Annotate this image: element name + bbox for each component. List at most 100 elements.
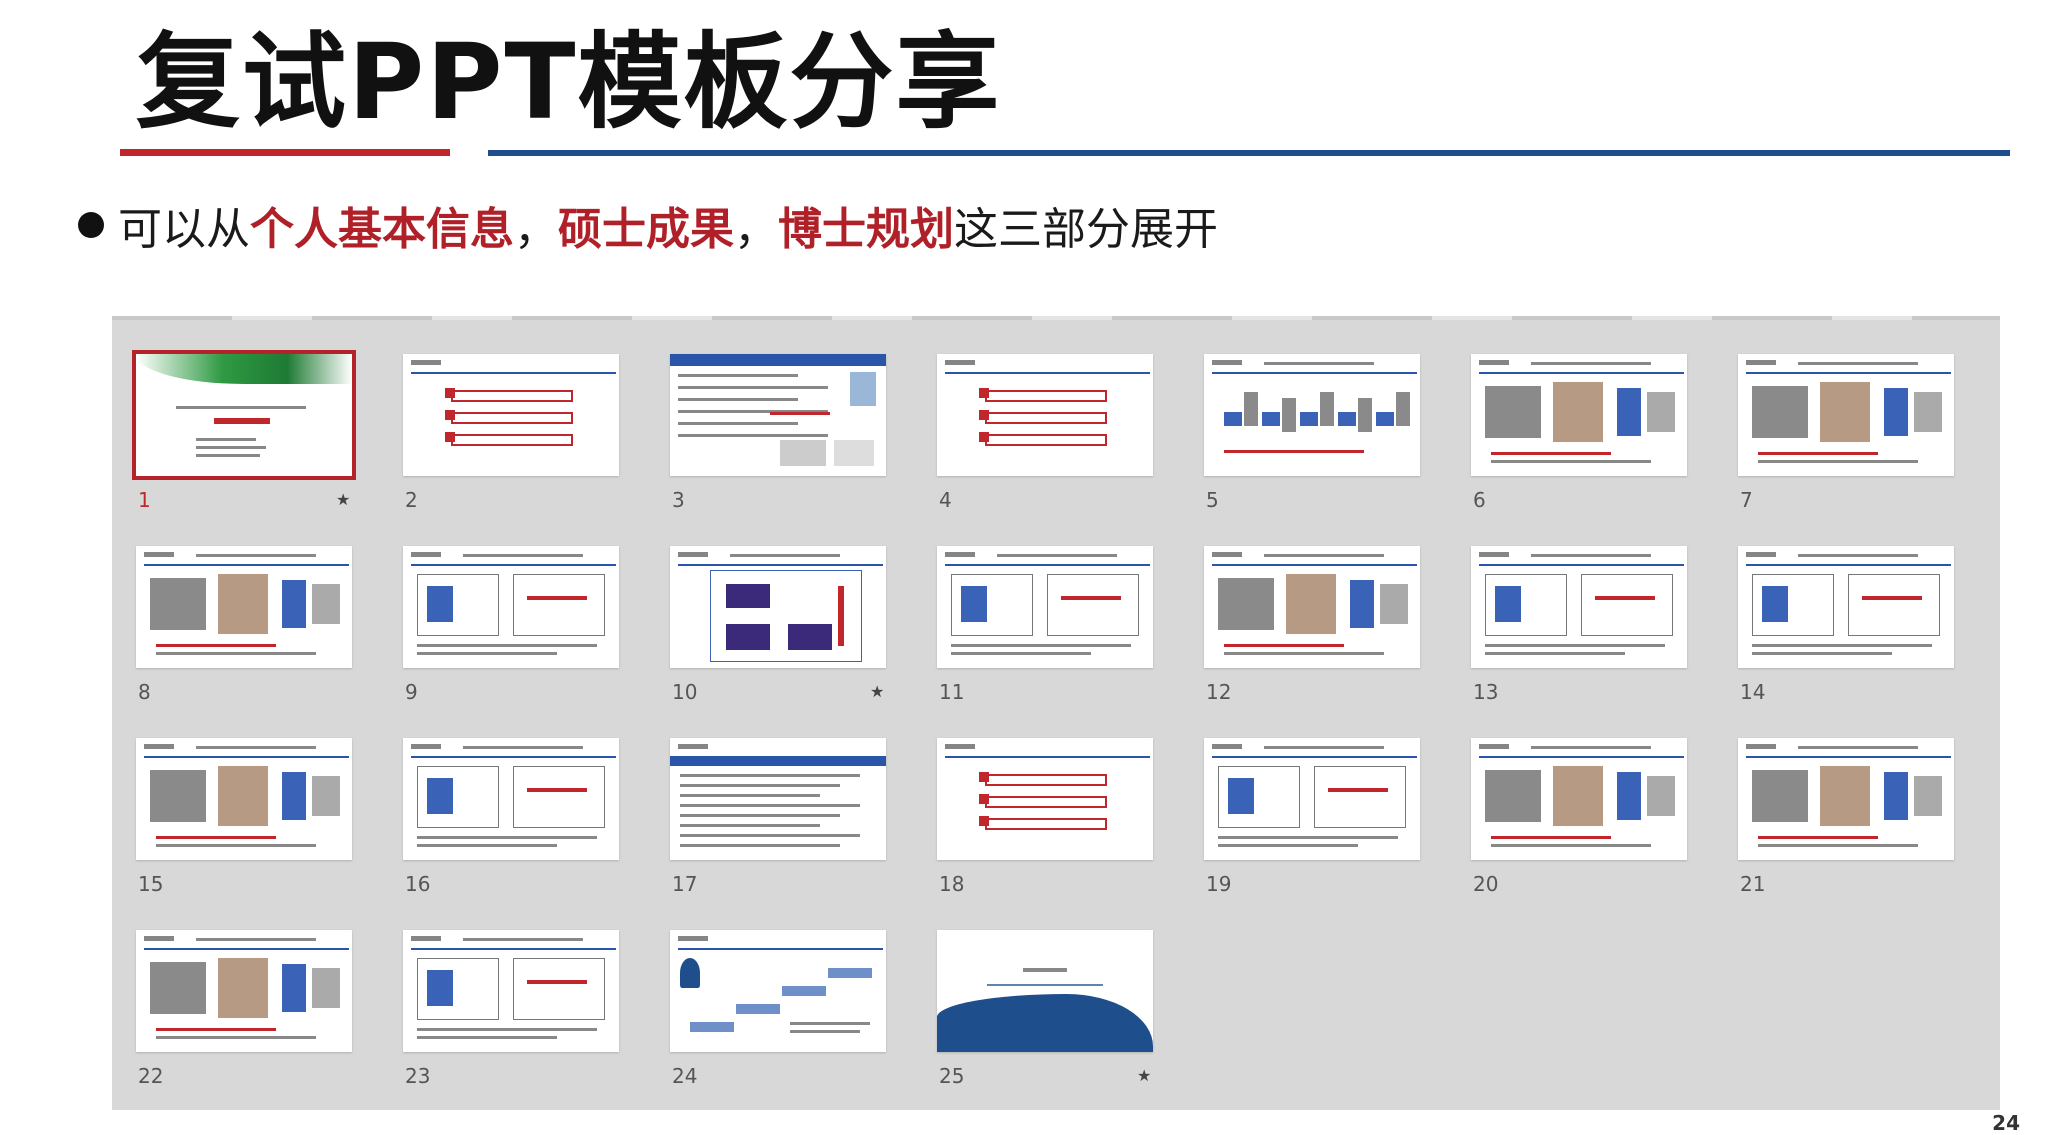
thumbnail-flow-node <box>1262 412 1280 426</box>
thumbnail-image <box>834 440 874 466</box>
thumbnail-highlight <box>1758 836 1878 839</box>
slide-thumbnail-25[interactable] <box>937 930 1153 1052</box>
thumbnail-text-line <box>196 446 266 449</box>
thumbnail-heading <box>678 936 708 941</box>
slide-number-7: 7 <box>1740 488 1753 512</box>
thumbnail-text-line <box>1224 652 1384 655</box>
slide-number-25: 25 <box>939 1064 965 1088</box>
slide-thumbnail-5[interactable] <box>1204 354 1420 476</box>
thumbnail-highlight <box>527 596 587 600</box>
thumbnail-highlight <box>527 980 587 984</box>
slide-thumbnail-11[interactable] <box>937 546 1153 668</box>
bullet-separator: ， <box>734 204 778 255</box>
bullet-highlight-master-results: 硕士成果 <box>558 204 734 255</box>
slide-thumbnail-17[interactable] <box>670 738 886 860</box>
thumbnail-chart <box>1762 586 1788 622</box>
slide-thumbnail-20[interactable] <box>1471 738 1687 860</box>
thumbnail-chart <box>1884 388 1908 436</box>
thumbnail-chart <box>427 586 453 622</box>
thumbnail-wave-shape <box>937 994 1153 1052</box>
thumbnail-highlight <box>1224 644 1344 647</box>
thumbnail-heading <box>1746 360 1776 365</box>
thumbnail-text-line <box>196 438 256 441</box>
thumbnail-chart <box>282 772 306 820</box>
slide-title: 复试PPT模板分享 <box>136 21 1002 143</box>
thumbnail-image <box>312 776 340 816</box>
slide-number-5: 5 <box>1206 488 1219 512</box>
slide-thumbnail-7[interactable] <box>1738 354 1954 476</box>
slide-thumbnail-1[interactable] <box>132 350 356 480</box>
slide-thumbnail-8[interactable] <box>136 546 352 668</box>
thumbnail-text-line <box>951 644 1131 647</box>
thumbnail-flow-node <box>1338 412 1356 426</box>
thumbnail-heading-underline <box>678 948 884 950</box>
thumbnail-image <box>1553 766 1603 826</box>
thumbnail-text-line <box>1264 746 1384 749</box>
thumbnail-image <box>1553 382 1603 442</box>
slide-thumbnail-22[interactable] <box>136 930 352 1052</box>
slide-thumbnail-10[interactable] <box>670 546 886 668</box>
thumbnail-image <box>1647 392 1675 432</box>
thumbnail-highlight <box>1224 450 1364 453</box>
thumbnail-text-line <box>680 794 820 797</box>
thumbnail-heading <box>144 936 174 941</box>
thumbnail-image <box>1647 776 1675 816</box>
slide-thumbnail-2[interactable] <box>403 354 619 476</box>
thumbnail-chart <box>282 964 306 1012</box>
thumbnail-heading-underline <box>144 756 350 758</box>
thumbnail-text-line <box>156 652 316 655</box>
slide-number-9: 9 <box>405 680 418 704</box>
thumbnail-text-line <box>417 1036 557 1039</box>
thumbnail-image <box>312 968 340 1008</box>
thumbnail-contents-marker <box>979 388 989 398</box>
slide-thumbnail-23[interactable] <box>403 930 619 1052</box>
thumbnail-cover-subtitle <box>214 418 270 424</box>
thumbnail-image <box>150 578 206 630</box>
slide-thumbnail-4[interactable] <box>937 354 1153 476</box>
slide-thumbnail-15[interactable] <box>136 738 352 860</box>
thumbnail-heading <box>144 744 174 749</box>
slide-number-8: 8 <box>138 680 151 704</box>
thumbnail-text-line <box>1218 836 1398 839</box>
thumbnail-heading-underline <box>1212 756 1418 758</box>
thumbnail-text-line <box>997 554 1117 557</box>
slide-number-17: 17 <box>672 872 698 896</box>
thumbnail-chart <box>1617 772 1641 820</box>
thumbnail-text-line <box>678 374 798 377</box>
slide-number-24: 24 <box>672 1064 698 1088</box>
slide-thumbnail-21[interactable] <box>1738 738 1954 860</box>
thumbnail-text-line <box>1023 968 1067 972</box>
slide-thumbnail-18[interactable] <box>937 738 1153 860</box>
thumbnail-heading-underline <box>945 564 1151 566</box>
slide-thumbnail-9[interactable] <box>403 546 619 668</box>
thumbnail-contents-box <box>985 412 1107 424</box>
slide-thumbnail-14[interactable] <box>1738 546 1954 668</box>
thumbnail-image <box>1752 386 1808 438</box>
slide-thumbnail-16[interactable] <box>403 738 619 860</box>
thumbnail-heading <box>411 360 441 365</box>
slide-sorter-panel: 1 ★ 2 3 4 5 6 7 8 9 10 ★ 11 12 13 14 15 16 17 18 19 20 21 22 23 2… <box>112 320 2000 1110</box>
slide-number-10: 10 <box>672 680 698 704</box>
slide-number-14: 14 <box>1740 680 1766 704</box>
thumbnail-text-line <box>176 406 306 409</box>
thumbnail-header-bar <box>670 756 886 766</box>
thumbnail-text-line <box>680 784 840 787</box>
thumbnail-contents-marker <box>979 772 989 782</box>
slide-number-4: 4 <box>939 488 952 512</box>
slide-thumbnail-6[interactable] <box>1471 354 1687 476</box>
slide-thumbnail-19[interactable] <box>1204 738 1420 860</box>
thumbnail-text-line <box>678 398 798 401</box>
slide-number-11: 11 <box>939 680 965 704</box>
thumbnail-text-line <box>1485 652 1625 655</box>
thumbnail-text-line <box>196 746 316 749</box>
slide-thumbnail-12[interactable] <box>1204 546 1420 668</box>
slide-thumbnail-13[interactable] <box>1471 546 1687 668</box>
slide-thumbnail-3[interactable] <box>670 354 886 476</box>
bullet-suffix: 这三部分展开 <box>954 204 1218 255</box>
slide-thumbnail-24[interactable] <box>670 930 886 1052</box>
thumbnail-highlight <box>156 644 276 647</box>
thumbnail-contents-marker <box>445 388 455 398</box>
thumbnail-frame <box>1581 574 1673 636</box>
thumbnail-text-line <box>1218 844 1358 847</box>
thumbnail-heading-underline <box>1212 372 1418 374</box>
